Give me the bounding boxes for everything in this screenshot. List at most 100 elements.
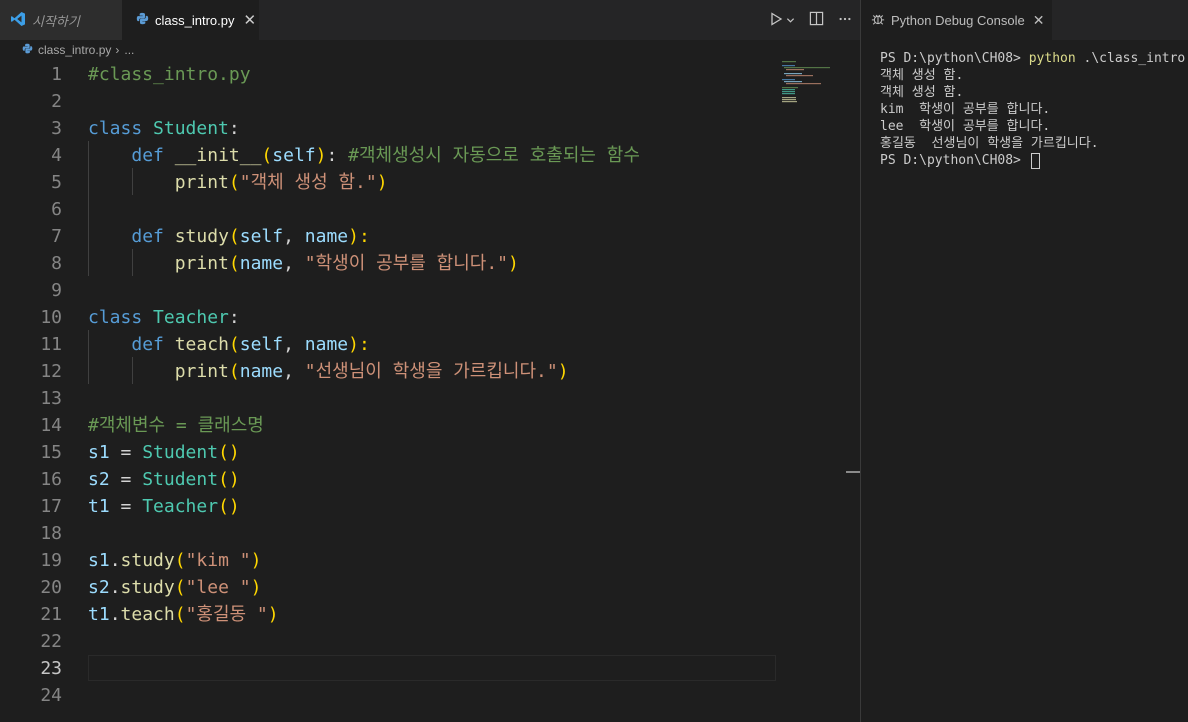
- code-line[interactable]: 12 print(name, "선생님이 학생을 가르킵니다."): [0, 358, 776, 385]
- code-token: ): [267, 604, 279, 625]
- code-token: t1: [88, 604, 110, 625]
- code-line[interactable]: 13: [0, 385, 776, 412]
- code-line[interactable]: 17 t1 = Teacher(): [0, 493, 776, 520]
- code-token: print: [174, 253, 229, 274]
- code-token: name: [304, 226, 349, 247]
- code-token: Teacher: [153, 307, 229, 328]
- line-number: 23: [40, 658, 62, 679]
- minimap[interactable]: [782, 60, 842, 120]
- code-token: teach: [120, 604, 175, 625]
- code-token: (: [228, 253, 240, 274]
- code-line[interactable]: 2: [0, 88, 776, 115]
- code-line[interactable]: 15 s1 = Student(): [0, 439, 776, 466]
- code-line[interactable]: 11 def teach(self, name):: [0, 331, 776, 358]
- terminal-command: python: [1028, 51, 1076, 66]
- code-line[interactable]: 20 s2.study("lee "): [0, 574, 776, 601]
- code-token: (): [218, 496, 240, 517]
- code-token: s1: [88, 550, 110, 571]
- code-line[interactable]: 6: [0, 196, 776, 223]
- terminal-output[interactable]: PS D:\python\CH08> python .\class_intro.…: [880, 50, 1188, 169]
- code-line[interactable]: 14 #객체변수 = 클래스명: [0, 412, 776, 439]
- code-token: (: [174, 577, 186, 598]
- code-token: study: [120, 577, 175, 598]
- code-line[interactable]: 7 def study(self, name):: [0, 223, 776, 250]
- code-token: (: [174, 550, 186, 571]
- code-text: s1.study("kim "): [88, 547, 261, 574]
- python-file-icon: [136, 12, 149, 28]
- code-token: self: [239, 226, 284, 247]
- line-number: 12: [40, 361, 62, 382]
- line-number: 20: [40, 577, 62, 598]
- line-number: 4: [51, 145, 62, 166]
- code-editor[interactable]: 1 #class_intro.py 2 3 class Student: 4 def __…: [0, 60, 860, 722]
- code-line[interactable]: 21 t1.teach("홍길동 "): [0, 601, 776, 628]
- code-token: name: [239, 361, 284, 382]
- code-token: "객체 생성 함.": [239, 172, 377, 193]
- terminal-prompt: PS D:\python\CH08>: [880, 153, 1029, 168]
- code-token: "학생이 공부를 합니다.": [304, 253, 509, 274]
- code-token: name: [304, 334, 349, 355]
- code-line[interactable]: 1 #class_intro.py: [0, 61, 776, 88]
- code-token: #class_intro.py: [88, 64, 251, 85]
- code-line[interactable]: 16 s2 = Student(): [0, 466, 776, 493]
- code-token: ): [376, 172, 388, 193]
- code-token: __init__: [174, 145, 262, 166]
- code-line[interactable]: 22: [0, 628, 776, 655]
- code-line[interactable]: 23: [0, 655, 776, 682]
- line-number: 6: [51, 199, 62, 220]
- close-icon[interactable]: ✕: [1033, 12, 1045, 29]
- code-line[interactable]: 24: [0, 682, 776, 709]
- code-line[interactable]: 9: [0, 277, 776, 304]
- code-line[interactable]: 5 print("객체 생성 함."): [0, 169, 776, 196]
- chevron-down-icon[interactable]: [786, 12, 795, 28]
- more-actions-icon[interactable]: [838, 12, 852, 29]
- line-number: 1: [51, 64, 62, 85]
- code-line[interactable]: 19 s1.study("kim "): [0, 547, 776, 574]
- code-token: "홍길동 ": [185, 604, 268, 625]
- breadcrumb-more[interactable]: ...: [124, 43, 134, 57]
- terminal-final-line: PS D:\python\CH08>: [880, 152, 1188, 169]
- close-icon[interactable]: ✕: [243, 11, 256, 29]
- code-token: (): [218, 469, 240, 490]
- code-token: (: [261, 145, 273, 166]
- terminal-output-line: 홍길동 선생님이 학생을 가르킵니다.: [880, 136, 1099, 151]
- code-text: class Teacher:: [88, 304, 240, 331]
- code-token: .: [109, 550, 121, 571]
- code-token: (: [228, 334, 240, 355]
- split-editor-icon[interactable]: [809, 11, 824, 29]
- line-number: 5: [51, 172, 62, 193]
- line-number: 13: [40, 388, 62, 409]
- line-number: 15: [40, 442, 62, 463]
- breadcrumb-file[interactable]: class_intro.py: [38, 43, 111, 57]
- tab-python-debug-console[interactable]: Python Debug Console ✕: [861, 0, 1052, 40]
- scrollbar-cursor-marker[interactable]: [846, 471, 860, 473]
- code-token: ): [250, 577, 262, 598]
- python-file-icon: [22, 43, 33, 57]
- tab-class-intro-label: class_intro.py: [155, 12, 235, 28]
- debug-bug-icon: [871, 12, 885, 29]
- code-token: "선생님이 학생을 가르킵니다.": [304, 361, 558, 382]
- vscode-logo-icon: [10, 11, 26, 30]
- code-line[interactable]: 3 class Student:: [0, 115, 776, 142]
- code-line[interactable]: 4 def __init__(self): #객체생성시 자동으로 호출되는 함…: [0, 142, 776, 169]
- code-token: .: [109, 577, 121, 598]
- code-line[interactable]: 18: [0, 520, 776, 547]
- tab-class-intro[interactable]: class_intro.py ✕: [122, 0, 259, 40]
- code-token: Student: [153, 118, 229, 139]
- code-token: ,: [283, 253, 305, 274]
- code-text: s2 = Student(): [88, 466, 240, 493]
- line-number: 22: [40, 631, 62, 652]
- code-line[interactable]: 10 class Teacher:: [0, 304, 776, 331]
- code-token: ,: [283, 361, 305, 382]
- tab-welcome[interactable]: 시작하기: [0, 0, 122, 40]
- code-token: =: [109, 442, 143, 463]
- line-number: 7: [51, 226, 62, 247]
- run-python-file-button[interactable]: [769, 11, 795, 29]
- code-text: print(name, "학생이 공부를 합니다."): [88, 250, 519, 277]
- code-line[interactable]: 8 print(name, "학생이 공부를 합니다."): [0, 250, 776, 277]
- play-icon: [769, 11, 783, 29]
- code-text: #class_intro.py: [88, 61, 251, 88]
